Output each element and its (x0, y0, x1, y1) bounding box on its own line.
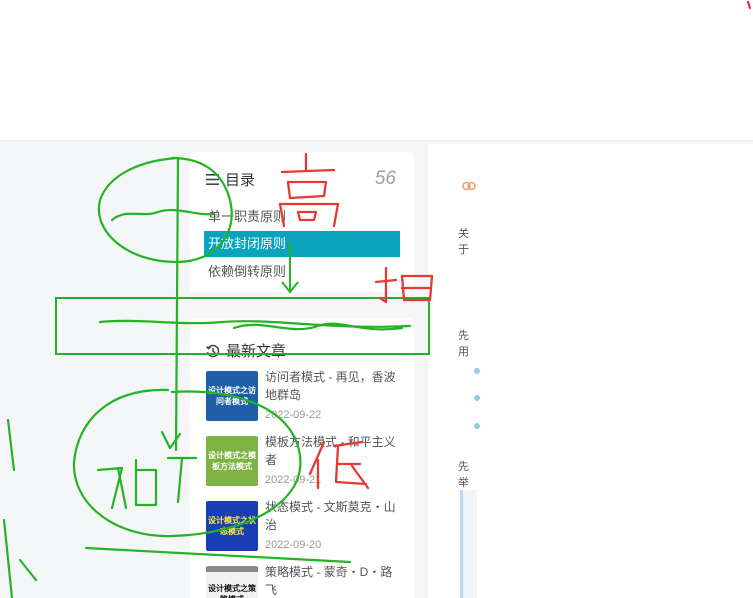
right-column: 关于 先用 先举 (428, 144, 480, 598)
bullet-dot (474, 423, 480, 429)
post-date: 2022-09-20 (265, 539, 322, 551)
right-column-label: 先举 (458, 461, 469, 489)
toc-count: 56 (374, 168, 396, 189)
toc-item-single-responsibility[interactable]: 单一职责原则 (204, 204, 400, 230)
toc-card: 目录 56 单一职责原则 开放封闭原则 依赖倒转原则 (190, 152, 414, 292)
quote-block (460, 490, 477, 598)
bullet-dot (474, 395, 480, 401)
thumbnail-caption: 设计模式之策略模式 (208, 584, 256, 598)
bullet-dot (474, 368, 480, 374)
recent-post-item[interactable]: 设计模式之策略模式 策略模式 - 蒙奇・D・路飞 (206, 563, 406, 598)
right-column-label: 先用 (458, 330, 469, 358)
history-icon (206, 344, 220, 357)
post-date: 2022-09-22 (265, 409, 322, 421)
link-icon (462, 181, 476, 191)
toc-item-dependency-inversion[interactable]: 依赖倒转原则 (204, 259, 400, 285)
post-thumbnail[interactable]: 设计模式之策略模式 (206, 566, 258, 598)
recent-posts-title: 最新文章 (226, 343, 287, 360)
recent-post-item[interactable]: 设计模式之模板方法模式 模板方法模式 - 和平主义者 2022-09-21 (206, 433, 406, 496)
post-thumbnail[interactable]: 设计模式之模板方法模式 (206, 436, 258, 486)
post-thumbnail[interactable]: 设计模式之状态模式 (206, 501, 258, 551)
recent-post-item[interactable]: 设计模式之状态模式 状态模式 - 文斯莫克・山治 2022-09-20 (206, 498, 406, 561)
post-thumbnail[interactable]: 设计模式之访问者模式 (206, 371, 258, 421)
recent-posts-card: 最新文章 设计模式之访问者模式 访问者模式 - 再见，香波地群岛 2022-09… (190, 318, 414, 598)
post-title-link[interactable]: 状态模式 - 文斯莫克・山治 (265, 498, 403, 534)
toc-header: 目录 (206, 168, 255, 190)
right-column-label: 关于 (458, 228, 469, 256)
recent-posts-header: 最新文章 (206, 340, 286, 361)
list-icon (206, 173, 219, 185)
post-title-link[interactable]: 模板方法模式 - 和平主义者 (265, 433, 403, 469)
toc-item-open-closed[interactable]: 开放封闭原则 (204, 231, 400, 257)
post-date: 2022-09-21 (265, 474, 322, 486)
recent-post-item[interactable]: 设计模式之访问者模式 访问者模式 - 再见，香波地群岛 2022-09-22 (206, 368, 406, 431)
toc-title: 目录 (225, 171, 256, 189)
thumbnail-caption: 设计模式之模板方法模式 (208, 451, 256, 471)
thumbnail-caption: 设计模式之访问者模式 (208, 386, 256, 406)
post-title-link[interactable]: 访问者模式 - 再见，香波地群岛 (265, 368, 403, 404)
top-header-area (0, 0, 753, 140)
thumbnail-caption: 设计模式之状态模式 (208, 516, 256, 536)
post-title-link[interactable]: 策略模式 - 蒙奇・D・路飞 (265, 563, 403, 598)
